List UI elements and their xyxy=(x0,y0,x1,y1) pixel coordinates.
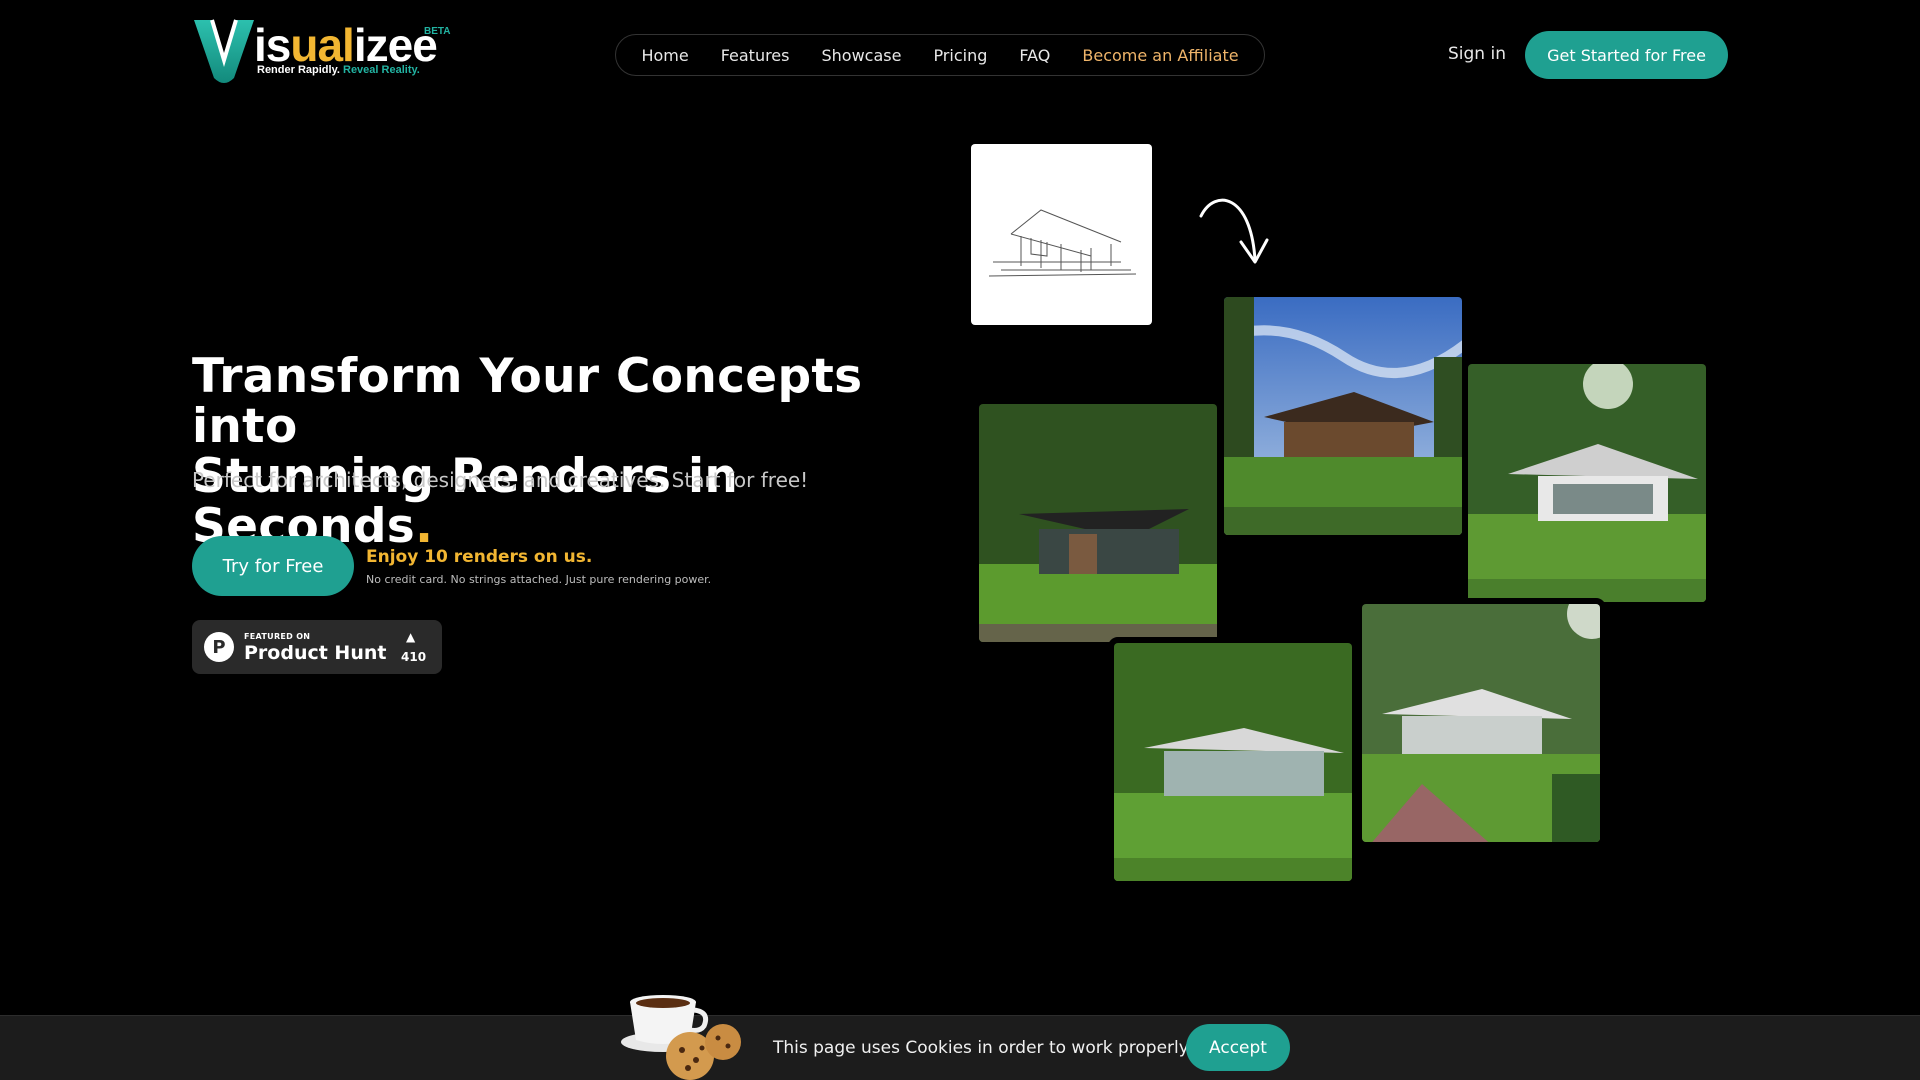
product-hunt-badge[interactable]: P FEATURED ON Product Hunt ▲ 410 xyxy=(192,620,442,674)
get-started-button[interactable]: Get Started for Free xyxy=(1525,31,1728,79)
accept-cookies-button[interactable]: Accept xyxy=(1186,1024,1290,1071)
upvote-count: 410 xyxy=(401,650,427,664)
sketch-house-icon xyxy=(988,209,1137,277)
hero-title: Transform Your Concepts into Stunning Re… xyxy=(192,349,863,554)
logo[interactable]: isualizee BETA Render Rapidly. Reveal Re… xyxy=(192,16,462,86)
ph-name: Product Hunt xyxy=(244,642,387,664)
upvote-icon: ▲ xyxy=(406,630,416,644)
ph-featured-label: FEATURED ON xyxy=(244,632,311,641)
render-image-3 xyxy=(973,398,1223,648)
cookie-message: This page uses Cookies in order to work … xyxy=(773,1038,1192,1058)
nav-showcase[interactable]: Showcase xyxy=(805,46,917,65)
render-image-1 xyxy=(1218,291,1468,541)
product-hunt-icon: P xyxy=(204,632,234,662)
try-for-free-button[interactable]: Try for Free xyxy=(192,536,354,596)
nav-home[interactable]: Home xyxy=(625,46,704,65)
sketch-image xyxy=(971,144,1152,325)
logo-wordmark: isualizee xyxy=(254,19,438,71)
render-image-5 xyxy=(1356,598,1606,848)
main-nav: Home Features Showcase Pricing FAQ Becom… xyxy=(615,34,1265,76)
render-image-2 xyxy=(1462,358,1712,608)
offer-title: Enjoy 10 renders on us. xyxy=(366,547,593,567)
beta-badge: BETA xyxy=(424,26,451,37)
curved-arrow-icon xyxy=(1199,198,1269,264)
nav-features[interactable]: Features xyxy=(705,46,806,65)
sign-in-link[interactable]: Sign in xyxy=(1448,44,1506,64)
render-image-4 xyxy=(1108,637,1358,887)
nav-pricing[interactable]: Pricing xyxy=(917,46,1003,65)
nav-affiliate[interactable]: Become an Affiliate xyxy=(1066,46,1254,65)
coffee-cookies-icon xyxy=(621,995,741,1080)
hero-subtitle: Perfect for architects, designers, and c… xyxy=(192,468,809,492)
nav-faq[interactable]: FAQ xyxy=(1003,46,1066,65)
logo-tagline: Render Rapidly. Reveal Reality. xyxy=(257,64,420,76)
offer-subtitle: No credit card. No strings attached. Jus… xyxy=(366,573,712,586)
logo-v-icon xyxy=(194,19,254,83)
